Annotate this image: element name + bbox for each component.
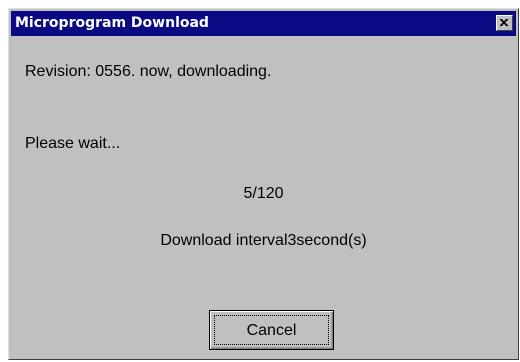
cancel-button[interactable]: Cancel — [209, 310, 334, 350]
interval-message: Download interval3second(s) — [160, 232, 367, 249]
close-button[interactable] — [496, 15, 513, 31]
download-dialog: Microprogram Download Revision: 0556. no… — [8, 8, 519, 360]
title-bar[interactable]: Microprogram Download — [11, 11, 516, 36]
revision-message: Revision: 0556. now, downloading. — [25, 63, 272, 80]
close-icon — [500, 19, 509, 27]
cancel-label: Cancel — [246, 322, 297, 339]
progress-counter: 5/120 — [243, 185, 284, 202]
window-title: Microprogram Download — [15, 15, 209, 31]
wait-message: Please wait... — [25, 135, 121, 152]
